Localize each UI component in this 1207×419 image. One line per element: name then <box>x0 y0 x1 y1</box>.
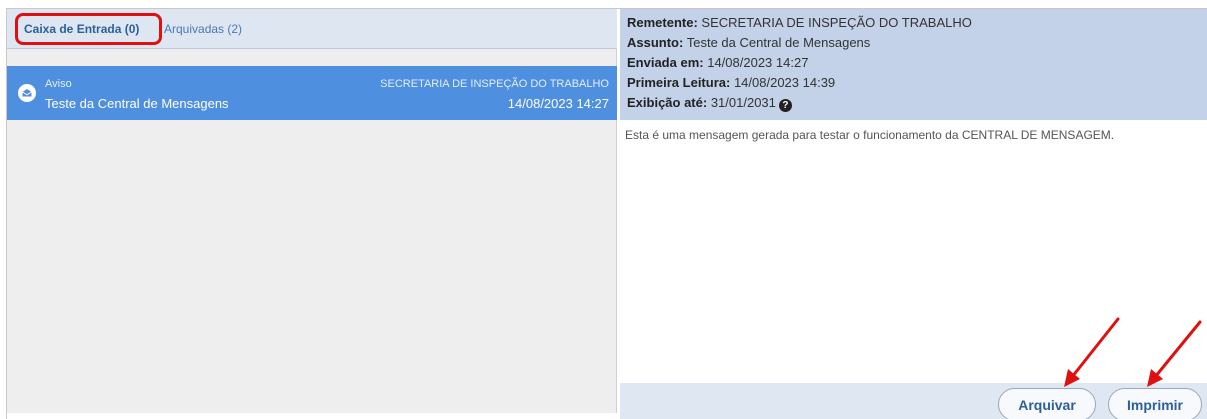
message-date: 14/08/2023 14:27 <box>507 96 609 111</box>
first-read-value: 14/08/2023 14:39 <box>733 75 836 90</box>
list-item[interactable]: Aviso Teste da Central de Mensagens SECR… <box>7 66 617 120</box>
display-until-label: Exibição até: <box>627 95 708 110</box>
sent-line: Enviada em: 14/08/2023 14:27 <box>627 53 1207 73</box>
subject-line: Assunto: Teste da Central de Mensagens <box>627 33 1207 53</box>
sender-label: Remetente: <box>627 15 698 30</box>
question-circle-icon[interactable]: ? <box>778 99 792 112</box>
tab-bar: Caixa de Entrada (0) Arquivadas (2) <box>7 9 617 49</box>
tab-archived[interactable]: Arquivadas (2) <box>164 22 242 36</box>
message-subject: Teste da Central de Mensagens <box>45 96 229 111</box>
subject-label: Assunto: <box>627 35 684 50</box>
envelope-open-icon <box>18 84 36 102</box>
message-list-pane: Caixa de Entrada (0) Arquivadas (2) Avis… <box>7 9 617 413</box>
message-header: Remetente: SECRETARIA DE INSPEÇÃO DO TRA… <box>620 9 1207 120</box>
message-type: Aviso <box>45 78 72 90</box>
sender-line: Remetente: SECRETARIA DE INSPEÇÃO DO TRA… <box>627 13 1207 33</box>
first-read-label: Primeira Leitura: <box>627 75 731 90</box>
message-body: Esta é uma mensagem gerada para testar o… <box>622 123 1205 383</box>
subject-value: Teste da Central de Mensagens <box>686 35 871 50</box>
first-read-line: Primeira Leitura: 14/08/2023 14:39 <box>627 73 1207 93</box>
sent-value: 14/08/2023 14:27 <box>707 55 809 70</box>
display-until-value: 31/01/2031 <box>710 95 776 110</box>
print-button[interactable]: Imprimir <box>1108 388 1202 419</box>
message-detail-pane: Remetente: SECRETARIA DE INSPEÇÃO DO TRA… <box>620 9 1207 419</box>
action-bar: Arquivar Imprimir <box>620 383 1207 419</box>
sender-value: SECRETARIA DE INSPEÇÃO DO TRABALHO <box>701 15 972 30</box>
sent-label: Enviada em: <box>627 55 704 70</box>
tab-inbox[interactable]: Caixa de Entrada (0) <box>24 22 139 36</box>
display-until-line: Exibição até: 31/01/2031? <box>627 93 1207 113</box>
archive-button[interactable]: Arquivar <box>998 388 1096 419</box>
message-sender: SECRETARIA DE INSPEÇÃO DO TRABALHO <box>380 78 609 90</box>
